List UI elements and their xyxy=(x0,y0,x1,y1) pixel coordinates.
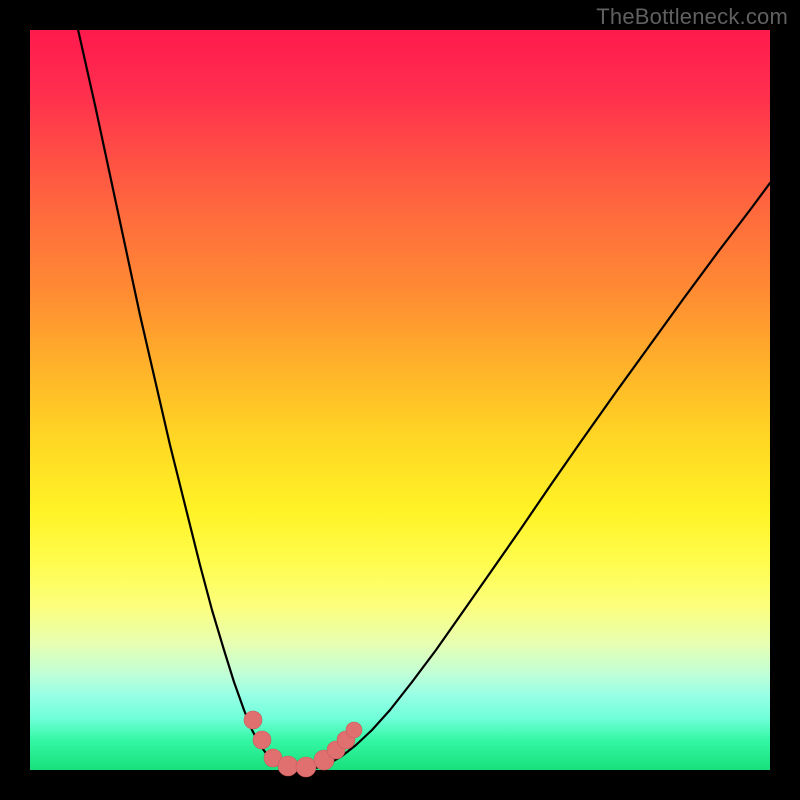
curve-marker xyxy=(296,757,316,777)
marker-group xyxy=(244,711,362,777)
attribution-text: TheBottleneck.com xyxy=(596,4,788,30)
bottleneck-curve-left xyxy=(77,25,300,770)
curve-marker xyxy=(253,731,271,749)
curve-marker xyxy=(244,711,262,729)
bottleneck-curve-right xyxy=(300,183,770,770)
chart-frame: TheBottleneck.com xyxy=(0,0,800,800)
curve-marker xyxy=(278,756,298,776)
chart-svg xyxy=(30,30,770,770)
curve-marker xyxy=(346,722,362,738)
